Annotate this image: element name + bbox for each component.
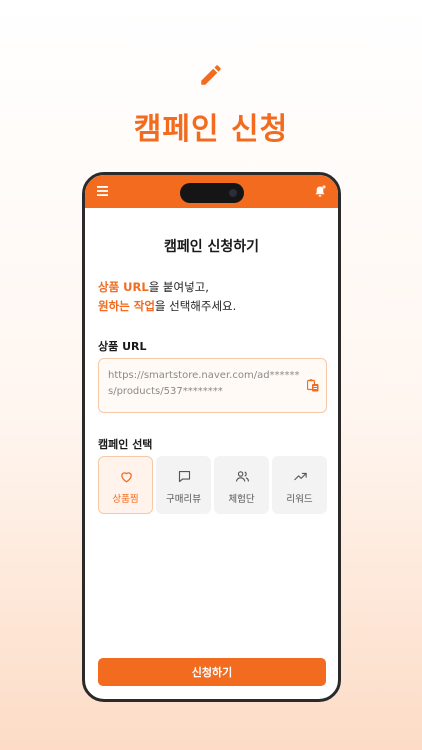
paste-icon[interactable]	[307, 379, 319, 392]
bell-icon[interactable]	[314, 185, 326, 198]
hero-title: 캠페인 신청	[133, 112, 289, 147]
submit-button[interactable]: 신청하기	[98, 658, 326, 686]
campaign-option-experience[interactable]: 체험단	[214, 456, 269, 514]
campaign-option-label: 구매리뷰	[166, 494, 201, 505]
page-title: 캠페인 신청하기	[163, 239, 260, 255]
camera-icon	[229, 189, 237, 197]
product-url-input[interactable]: https://smartstore.naver.com/ad******s/p…	[98, 358, 327, 413]
url-section-label: 상품 URL	[98, 340, 147, 353]
chat-icon	[178, 470, 191, 483]
intro-text: 상품 URL을 붙여넣고, 원하는 작업을 선택해주세요.	[98, 278, 236, 316]
campaign-option-wishlist[interactable]: 상품찜	[98, 456, 153, 514]
app-header	[85, 175, 338, 208]
main-content: 캠페인 신청하기 상품 URL을 붙여넣고, 원하는 작업을 선택해주세요. 상…	[85, 208, 338, 699]
product-url-value: https://smartstore.naver.com/ad******s/p…	[108, 370, 300, 397]
users-icon	[236, 471, 249, 482]
pencil-icon	[201, 65, 221, 85]
trending-up-icon	[294, 472, 307, 481]
campaign-option-label: 상품찜	[112, 494, 139, 505]
dynamic-island	[180, 183, 244, 203]
intro-accent-2: 원하는 작업	[98, 299, 155, 313]
campaign-option-review[interactable]: 구매리뷰	[156, 456, 211, 514]
campaign-option-label: 체험단	[228, 494, 255, 505]
campaign-option-reward[interactable]: 리워드	[272, 456, 327, 514]
campaign-options: 상품찜 구매리뷰 체험단 리워드	[98, 456, 328, 514]
campaign-section-label: 캠페인 선택	[98, 438, 153, 451]
phone-frame: 캠페인 신청하기 상품 URL을 붙여넣고, 원하는 작업을 선택해주세요. 상…	[82, 172, 341, 702]
intro-rest-1: 을 붙여넣고,	[148, 280, 209, 294]
campaign-option-label: 리워드	[286, 494, 313, 505]
menu-icon[interactable]	[97, 186, 108, 196]
heart-icon	[121, 472, 132, 483]
intro-accent-1: 상품 URL	[98, 280, 149, 294]
intro-rest-2: 을 선택해주세요.	[154, 299, 237, 313]
